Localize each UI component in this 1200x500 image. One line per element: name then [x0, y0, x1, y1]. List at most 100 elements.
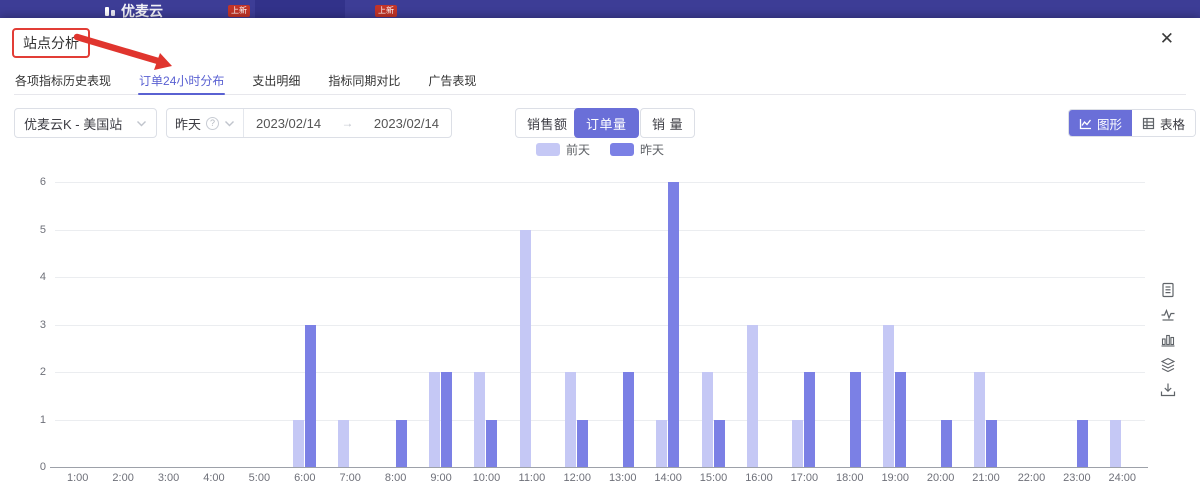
x-tick-label: 21:00: [972, 472, 1000, 484]
metric-orders-button[interactable]: 订单量: [574, 108, 639, 138]
filter-row: 优麦云K - 美国站 昨天 ? 2023/02/14 → 2023/02/14: [0, 108, 1200, 138]
bar-昨天-18:00: [849, 372, 861, 467]
nav-active-segment[interactable]: [255, 0, 345, 18]
app-logo-text: 优麦云: [121, 3, 163, 18]
bar-昨天-20:00: [940, 419, 952, 467]
x-tick-label: 3:00: [157, 472, 180, 484]
app-logo: 优麦云: [104, 1, 163, 18]
x-tick-label: 9:00: [430, 472, 452, 484]
x-tick-label: 12:00: [563, 472, 592, 484]
bar-昨天-21:00: [986, 419, 998, 467]
bar-昨天-10:00: [486, 419, 498, 467]
legend-item-prev-day[interactable]: 前天: [535, 141, 590, 158]
x-tick-label: 1:00: [66, 472, 89, 484]
bar-昨天-23:00: [1076, 419, 1088, 467]
tab-metric-comparison[interactable]: 指标同期对比: [327, 68, 401, 94]
data-view-icon[interactable]: [1160, 282, 1176, 298]
y-tick-label: 4: [39, 271, 46, 283]
bar-昨天-17:00: [804, 372, 816, 467]
chevron-down-icon: [137, 120, 146, 126]
tab-expense-detail[interactable]: 支出明细: [251, 68, 301, 94]
date-range-input[interactable]: 2023/02/14 → 2023/02/14: [244, 116, 451, 131]
metric-volume-button[interactable]: 销 量: [640, 108, 696, 138]
x-tick-label: 15:00: [699, 472, 728, 484]
x-tick-label: 4:00: [203, 472, 225, 484]
new-badge: 上新: [375, 5, 397, 17]
chart-plot: [55, 182, 1145, 467]
logo-icon: [105, 6, 115, 16]
y-tick-label: 2: [39, 366, 46, 378]
metric-sales-button[interactable]: 销售额: [515, 108, 580, 138]
chart-toolbox: [1160, 282, 1176, 398]
view-table-button[interactable]: 表格: [1132, 110, 1196, 136]
bar-前天-14:00: [656, 419, 668, 467]
x-tick-label: 18:00: [836, 472, 864, 484]
site-select-value: 优麦云K - 美国站: [24, 116, 123, 132]
app-header: 优麦云 上新 上新: [0, 0, 1200, 18]
switch-bar-chart-icon[interactable]: [1160, 332, 1176, 348]
bar-前天-9:00: [429, 372, 441, 467]
period-select-value: 昨天: [175, 116, 202, 132]
legend-label: 前天: [565, 143, 590, 157]
bar-昨天-12:00: [577, 419, 589, 467]
bar-昨天-19:00: [895, 372, 907, 467]
range-arrow-icon: →: [341, 116, 354, 130]
x-tick-label: 24:00: [1108, 472, 1137, 484]
x-tick-label: 16:00: [745, 472, 773, 484]
site-analysis-modal: 站点分析 ✕ 各项指标历史表现 订单24小时分布 支出明细 指标同期对比 广告表…: [0, 18, 1200, 500]
download-icon[interactable]: [1160, 382, 1176, 398]
bar-前天-24:00: [1110, 419, 1122, 467]
bar-前天-11:00: [519, 229, 531, 467]
x-tick-label: 22:00: [1017, 472, 1046, 484]
chart-y-axis: 0 1 2 3 4 5 6: [0, 176, 46, 473]
x-tick-label: 13:00: [608, 472, 637, 484]
bar-前天-16:00: [746, 324, 758, 467]
site-select[interactable]: 优麦云K - 美国站: [14, 108, 157, 138]
x-tick-label: 14:00: [654, 472, 682, 484]
bar-昨天-15:00: [713, 419, 725, 467]
switch-line-chart-icon[interactable]: [1160, 307, 1176, 323]
view-toggle: 图形 表格: [1068, 109, 1197, 137]
y-tick-label: 0: [39, 461, 46, 473]
x-tick-label: 6:00: [294, 472, 316, 484]
bar-前天-6:00: [292, 419, 304, 467]
bar-前天-15:00: [701, 372, 713, 467]
period-select[interactable]: 昨天 ?: [167, 109, 245, 137]
bar-昨天-14:00: [668, 182, 680, 467]
legend-item-yesterday[interactable]: 昨天: [610, 141, 664, 158]
close-icon[interactable]: ✕: [1160, 30, 1174, 48]
date-start-value: 2023/02/14: [256, 115, 322, 131]
annotation-arrow-icon: [73, 33, 172, 70]
x-tick-label: 23:00: [1063, 472, 1091, 484]
x-tick-label: 5:00: [248, 472, 271, 484]
table-icon: [1142, 117, 1155, 129]
x-tick-label: 7:00: [339, 472, 361, 484]
tab-ad-performance[interactable]: 广告表现: [427, 68, 477, 94]
x-tick-label: 17:00: [790, 472, 819, 484]
y-tick-label: 6: [39, 176, 46, 188]
x-tick-label: 20:00: [926, 472, 955, 484]
screen: 优麦云 上新 上新 站点分析 ✕ 各项指标历史表现 订单24小时分布 支出明细 …: [0, 0, 1200, 500]
x-tick-label: 8:00: [384, 472, 407, 484]
modal-tabs: 各项指标历史表现 订单24小时分布 支出明细 指标同期对比 广告表现: [14, 68, 1186, 95]
switch-stack-icon[interactable]: [1160, 357, 1176, 373]
help-icon[interactable]: ?: [206, 116, 220, 130]
gridline: [55, 324, 1145, 326]
line-chart-icon: [1079, 118, 1092, 129]
gridline: [55, 277, 1145, 278]
gridline: [55, 182, 1145, 183]
bar-前天-19:00: [883, 324, 895, 467]
date-range-control: 昨天 ? 2023/02/14 → 2023/02/14: [166, 108, 452, 138]
chart-x-axis: 1:00 2:00 3:00 4:00 5:00 6:00 7:00 8:00 9:00 10:0…: [55, 472, 1145, 486]
bar-昨天-13:00: [622, 372, 634, 467]
chevron-down-icon: [225, 120, 235, 126]
date-end-value: 2023/02/14: [373, 115, 439, 131]
x-tick-label: 2:00: [112, 472, 134, 484]
bar-前天-10:00: [474, 372, 486, 467]
x-tick-label: 10:00: [472, 472, 501, 484]
view-chart-button[interactable]: 图形: [1069, 110, 1133, 136]
chart-x-axis-line: [50, 467, 1148, 468]
chart-legend: 前天 昨天: [0, 141, 1200, 158]
legend-swatch: [610, 143, 634, 156]
new-badge: 上新: [228, 5, 250, 17]
